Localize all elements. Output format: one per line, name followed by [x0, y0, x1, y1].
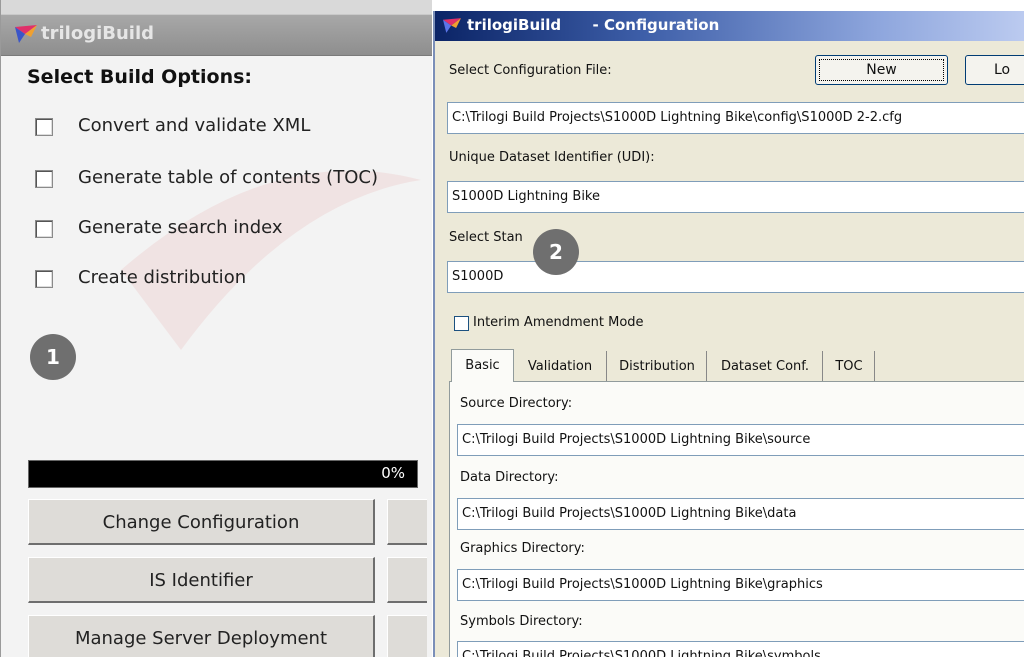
build-window: trilogiBuild Select Build Options: Conve…	[0, 0, 432, 657]
checkbox[interactable]	[35, 118, 53, 136]
interim-amendment-checkbox[interactable]	[454, 316, 469, 331]
config-file-label: Select Configuration File:	[449, 63, 612, 78]
build-window-title: trilogiBuild	[41, 23, 155, 44]
graphics-directory-label: Graphics Directory:	[460, 541, 585, 556]
option-label: Generate search index	[78, 217, 283, 238]
source-directory-label: Source Directory:	[460, 396, 573, 411]
tab-validation[interactable]: Validation	[514, 351, 607, 381]
load-button[interactable]: Lo	[965, 55, 1024, 85]
is-identifier-button[interactable]: IS Identifier	[28, 557, 375, 603]
option-label: Generate table of contents (TOC)	[78, 167, 378, 188]
checkbox[interactable]	[35, 270, 53, 288]
udi-field[interactable]: S1000D Lightning Bike	[447, 181, 1024, 213]
progress-percent: 0%	[381, 464, 405, 482]
configuration-window: trilogiBuild - Configuration Select Conf…	[433, 11, 1024, 657]
change-configuration-button[interactable]: Change Configuration	[28, 499, 375, 545]
side-button-1[interactable]	[387, 499, 427, 545]
data-directory-label: Data Directory:	[460, 470, 559, 485]
source-directory-field[interactable]: C:\Trilogi Build Projects\S1000D Lightni…	[457, 424, 1024, 456]
configuration-window-title: trilogiBuild - Configuration	[467, 16, 720, 34]
udi-label: Unique Dataset Identifier (UDI):	[449, 150, 655, 165]
side-button-2[interactable]	[387, 557, 427, 603]
standard-field[interactable]: S1000D	[447, 261, 1024, 293]
tab-distribution[interactable]: Distribution	[608, 351, 707, 381]
checkbox[interactable]	[35, 220, 53, 238]
callout-badge-1: 1	[30, 334, 76, 380]
option-label: Create distribution	[78, 267, 247, 288]
select-standard-label: Select Stan	[449, 230, 523, 245]
build-progress-bar: 0%	[28, 460, 418, 488]
new-button[interactable]: New	[815, 55, 948, 85]
trilogi-logo-icon	[443, 18, 461, 33]
tab-toc[interactable]: TOC	[824, 351, 875, 381]
build-options-heading: Select Build Options:	[27, 66, 253, 88]
symbols-directory-field[interactable]: C:\Trilogi Build Projects\S1000D Lightni…	[457, 641, 1024, 657]
config-file-field[interactable]: C:\Trilogi Build Projects\S1000D Lightni…	[447, 102, 1024, 134]
option-label: Convert and validate XML	[78, 115, 311, 136]
checkbox[interactable]	[35, 170, 53, 188]
watermark-swoosh	[121, 170, 421, 350]
side-button-3[interactable]	[387, 615, 427, 657]
tab-basic[interactable]: Basic	[451, 349, 514, 382]
window-top-strip	[1, 0, 432, 14]
trilogi-logo-icon	[15, 25, 37, 43]
callout-badge-2: 2	[533, 229, 579, 275]
manage-server-deployment-button[interactable]: Manage Server Deployment	[28, 615, 375, 657]
graphics-directory-field[interactable]: C:\Trilogi Build Projects\S1000D Lightni…	[457, 569, 1024, 601]
tab-dataset-conf[interactable]: Dataset Conf.	[708, 351, 823, 381]
symbols-directory-label: Symbols Directory:	[460, 614, 583, 629]
data-directory-field[interactable]: C:\Trilogi Build Projects\S1000D Lightni…	[457, 498, 1024, 530]
interim-amendment-label: Interim Amendment Mode	[473, 315, 644, 330]
